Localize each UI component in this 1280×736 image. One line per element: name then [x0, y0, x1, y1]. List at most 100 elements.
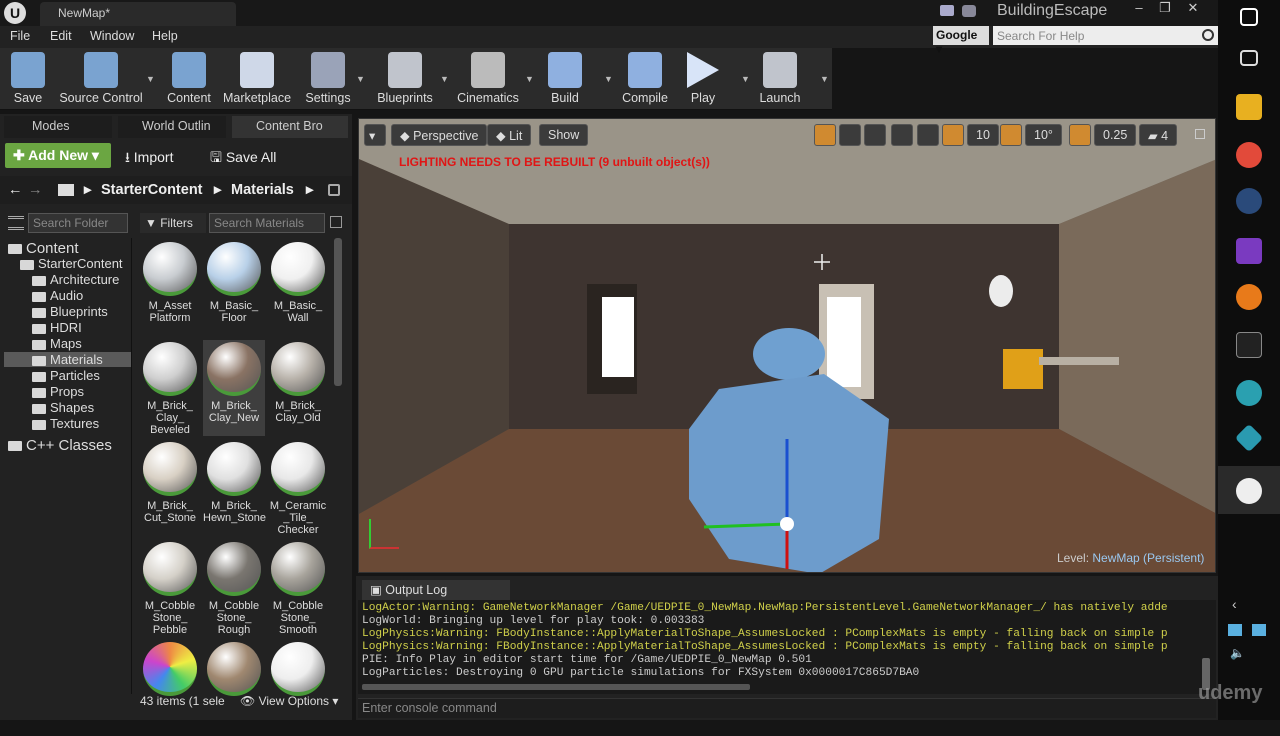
search-icon[interactable]: [1202, 29, 1214, 41]
minimize-button[interactable]: –: [1126, 0, 1152, 18]
save-all-button[interactable]: 🖫 Save All: [210, 147, 276, 171]
chat-icon[interactable]: [940, 5, 954, 16]
world-local-icon[interactable]: [891, 124, 913, 146]
tray-icon[interactable]: [1252, 624, 1266, 636]
menu-window[interactable]: Window: [90, 29, 134, 43]
surface-snap-icon[interactable]: [917, 124, 939, 146]
task-view-icon[interactable]: [1240, 50, 1258, 66]
settings-button[interactable]: Settings: [302, 50, 354, 108]
notifications-icon[interactable]: [962, 5, 976, 17]
maximize-button[interactable]: ❐: [1152, 0, 1178, 18]
tab-content-browser[interactable]: Content Bro: [232, 116, 348, 138]
asset-tile[interactable]: M_Basic_ Wall: [267, 240, 329, 336]
save-button[interactable]: Save: [4, 50, 52, 108]
menu-file[interactable]: File: [10, 29, 30, 43]
toolbar-dropdown-arrow-icon[interactable]: ▼: [525, 74, 534, 84]
asset-tile[interactable]: M_Cobble Stone_ Pebble: [139, 540, 201, 636]
tab-world-outliner[interactable]: World Outlin: [118, 116, 226, 138]
asset-tile[interactable]: M_Ceramic _Tile_ Checker: [267, 440, 329, 536]
rotate-icon[interactable]: [839, 124, 861, 146]
toolbar-dropdown-arrow-icon[interactable]: ▼: [146, 74, 155, 84]
visual-studio-icon[interactable]: [1236, 238, 1262, 264]
steam-icon[interactable]: [1236, 188, 1262, 214]
asset-tile[interactable]: [203, 640, 265, 736]
import-button[interactable]: ⭳ Import: [125, 147, 173, 171]
app-icon[interactable]: [1236, 380, 1262, 406]
folder-search-input[interactable]: Search Folder: [28, 213, 128, 233]
log-horizontal-scrollbar[interactable]: [362, 684, 750, 690]
toolbar-dropdown-arrow-icon[interactable]: ▼: [440, 74, 449, 84]
filters-button[interactable]: ▼ Filters: [140, 213, 206, 233]
blueprints-button[interactable]: Blueprints: [372, 50, 438, 108]
lock-icon[interactable]: [328, 184, 340, 196]
source-control-button[interactable]: Source Control: [56, 50, 146, 108]
perspective-button[interactable]: ◆ Perspective: [391, 124, 488, 146]
folder-icon[interactable]: [58, 184, 74, 196]
paint-icon[interactable]: [1236, 284, 1262, 310]
asset-tile[interactable]: M_Brick_ Clay_New: [203, 340, 265, 436]
compile-button[interactable]: Compile: [620, 50, 670, 108]
asset-tile[interactable]: M_Cobble Stone_ Smooth: [267, 540, 329, 636]
volume-icon[interactable]: 🔈: [1230, 646, 1245, 660]
forward-arrow-icon[interactable]: →: [28, 182, 43, 198]
cinematics-button[interactable]: Cinematics: [456, 50, 520, 108]
asset-tile[interactable]: [267, 640, 329, 736]
asset-tile[interactable]: M_Basic_ Floor: [203, 240, 265, 336]
marketplace-button[interactable]: Marketplace: [222, 50, 292, 108]
epic-games-icon[interactable]: [1236, 332, 1262, 358]
level-tab[interactable]: NewMap*: [40, 2, 236, 26]
asset-search-input[interactable]: Search Materials: [209, 213, 325, 233]
asset-tile[interactable]: M_Brick_ Cut_Stone: [139, 440, 201, 536]
camera-speed-button[interactable]: ▰ 4: [1139, 124, 1178, 146]
maximize-viewport-icon[interactable]: [1195, 129, 1205, 139]
asset-tile[interactable]: M_Brick_ Clay_Old: [267, 340, 329, 436]
show-button[interactable]: Show: [539, 124, 589, 146]
asset-tile[interactable]: M_Asset Platform: [139, 240, 201, 336]
asset-scrollbar[interactable]: [334, 238, 342, 386]
launch-button[interactable]: Launch: [752, 50, 808, 108]
viewport-options-button[interactable]: ▾: [364, 124, 386, 146]
asset-tile[interactable]: M_Brick_ Clay_ Beveled: [139, 340, 201, 436]
help-search-input[interactable]: Search For Help: [993, 26, 1218, 45]
asset-tile[interactable]: [139, 640, 201, 736]
unreal-editor-icon[interactable]: [1236, 478, 1262, 504]
toolbar-dropdown-arrow-icon[interactable]: ▼: [820, 74, 829, 84]
grid-snap-icon[interactable]: [942, 124, 964, 146]
menu-edit[interactable]: Edit: [50, 29, 72, 43]
asset-tile[interactable]: M_Cobble Stone_ Rough: [203, 540, 265, 636]
tray-icon[interactable]: [1228, 624, 1242, 636]
rotation-snap-value[interactable]: 10°: [1025, 124, 1062, 146]
tab-modes[interactable]: Modes: [4, 116, 112, 138]
scale-snap-icon[interactable]: [1069, 124, 1091, 146]
chevron-left-icon[interactable]: ‹: [1232, 596, 1237, 612]
breadcrumb-materials[interactable]: Materials: [231, 182, 294, 198]
close-button[interactable]: ✕: [1180, 0, 1206, 18]
search-engine-select[interactable]: Google ▾: [933, 26, 989, 56]
toolbar-dropdown-arrow-icon[interactable]: ▼: [604, 74, 613, 84]
windows-start-icon[interactable]: [1240, 8, 1258, 26]
add-new-button[interactable]: ✚ Add New ▾: [5, 143, 111, 168]
console-input[interactable]: Enter console command: [358, 698, 1216, 718]
toolbar-dropdown-arrow-icon[interactable]: ▼: [356, 74, 365, 84]
grid-size-value[interactable]: 10: [967, 124, 999, 146]
content-button[interactable]: Content: [166, 50, 212, 108]
build-button[interactable]: Build: [542, 50, 588, 108]
view-options-button[interactable]: 👁 View Options ▾: [240, 694, 338, 708]
tab-output-log[interactable]: ▣ Output Log: [362, 580, 510, 600]
lit-button[interactable]: ◆ Lit: [487, 124, 532, 146]
scale-snap-value[interactable]: 0.25: [1094, 124, 1137, 146]
file-explorer-icon[interactable]: [1236, 94, 1262, 120]
level-viewport[interactable]: ▾ ◆ Perspective ◆ Lit Show 10 10° 0.25 ▰…: [358, 118, 1216, 573]
translate-icon[interactable]: [814, 124, 836, 146]
settings-icon[interactable]: [330, 216, 342, 228]
chrome-icon[interactable]: [1236, 142, 1262, 168]
toolbar-dropdown-arrow-icon[interactable]: ▼: [741, 74, 750, 84]
scale-icon[interactable]: [864, 124, 886, 146]
breadcrumb-startercontent[interactable]: StarterContent: [101, 182, 203, 198]
play-button[interactable]: Play: [678, 50, 728, 108]
menu-help[interactable]: Help: [152, 29, 178, 43]
back-arrow-icon[interactable]: ←: [8, 182, 23, 198]
rotation-snap-icon[interactable]: [1000, 124, 1022, 146]
sources-panel-icon[interactable]: [8, 216, 24, 230]
asset-tile[interactable]: M_Brick_ Hewn_Stone: [203, 440, 266, 536]
